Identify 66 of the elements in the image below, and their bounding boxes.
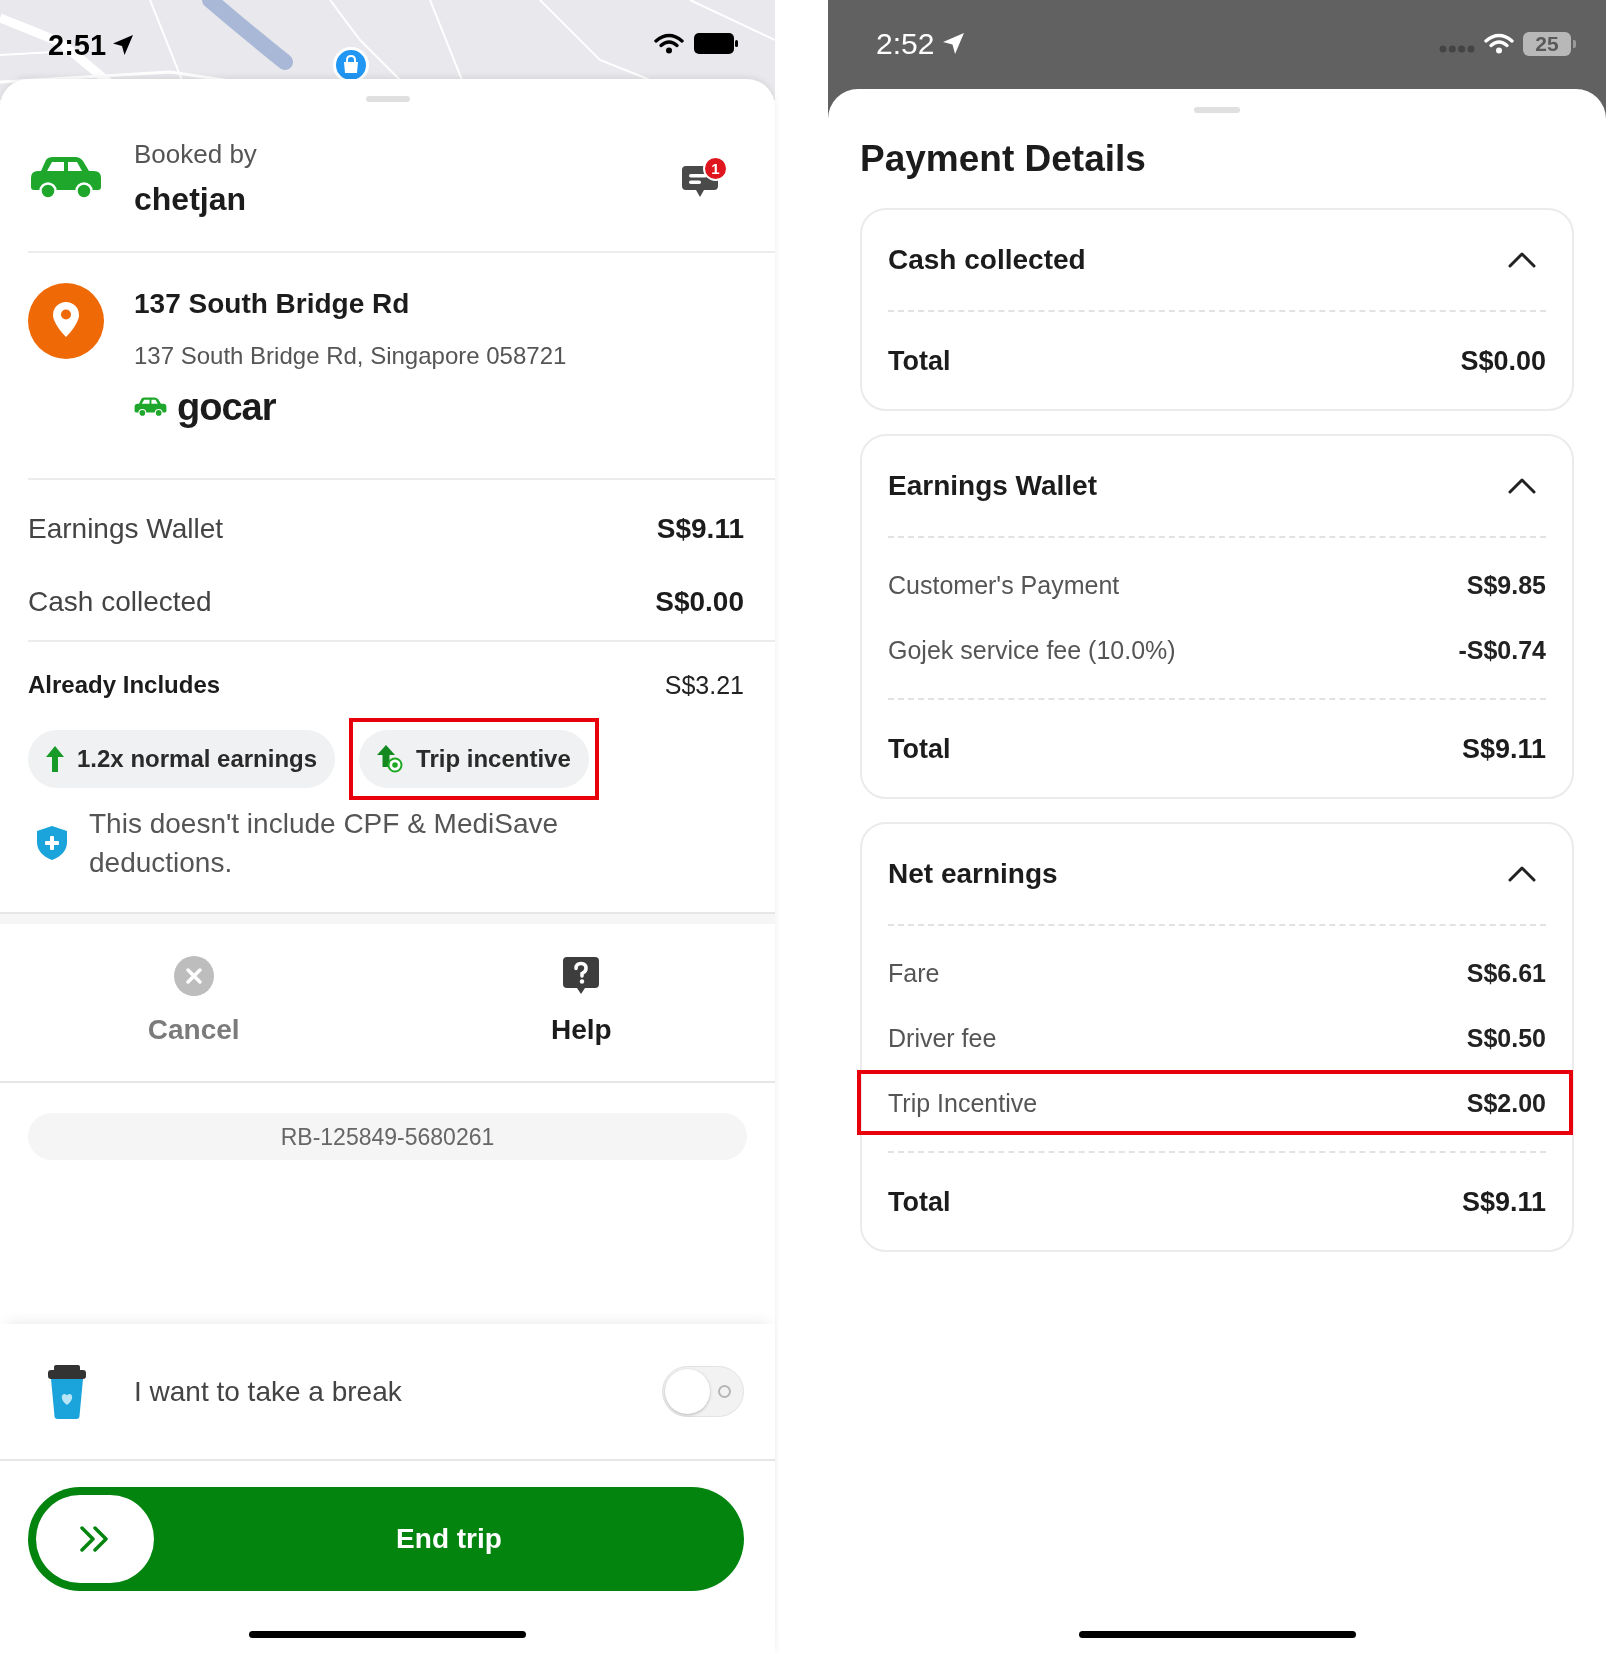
booking-id: RB-125849-5680261	[28, 1113, 747, 1160]
wifi-icon	[654, 33, 684, 54]
location-pin-icon	[28, 283, 104, 359]
section-title: Cash collected	[888, 243, 1086, 277]
close-icon	[173, 956, 214, 996]
status-time: 2:52	[876, 26, 935, 61]
slide-handle[interactable]	[36, 1495, 154, 1583]
chevron-up-icon	[1508, 252, 1536, 268]
destination-address: 137 South Bridge Rd, Singapore 058721	[134, 341, 567, 371]
signal-icon	[1439, 44, 1475, 53]
car-icon	[134, 397, 167, 417]
battery-icon	[694, 33, 738, 54]
row-label: Gojek service fee (10.0%)	[888, 634, 1176, 665]
row-value: S$2.00	[1466, 1087, 1546, 1118]
coffee-cup-icon	[46, 1364, 88, 1419]
total-value: S$9.11	[1461, 1185, 1546, 1218]
break-label: I want to take a break	[134, 1374, 403, 1409]
row-label: Customer's Payment	[888, 569, 1120, 600]
drag-handle[interactable]	[1194, 107, 1240, 113]
row-label: Trip Incentive	[888, 1087, 1038, 1118]
drag-handle[interactable]	[365, 96, 410, 102]
includes-label: Already Includes	[28, 670, 221, 700]
arrow-up-coin-icon	[377, 745, 404, 773]
destination-name: 137 South Bridge Rd	[134, 287, 411, 321]
row-value: S$6.61	[1466, 957, 1546, 988]
row-value: S$9.85	[1466, 569, 1546, 600]
customer-name: chetjan	[134, 179, 248, 219]
earnings-value: S$0.00	[655, 584, 744, 619]
total-label: Total	[888, 732, 951, 765]
row-label: Driver fee	[888, 1022, 997, 1053]
section-title: Net earnings	[888, 857, 1058, 891]
total-label: Total	[888, 1185, 951, 1218]
shield-plus-icon	[35, 825, 69, 861]
help-button[interactable]: Help	[550, 956, 612, 1047]
location-arrow-icon	[112, 34, 135, 56]
end-trip-button[interactable]: End trip	[28, 1487, 744, 1591]
page-title: Payment Details	[860, 137, 1147, 181]
tag-label: 1.2x normal earnings	[77, 744, 318, 774]
section-title: Earnings Wallet	[888, 469, 1097, 503]
chevrons-right-icon	[79, 1526, 111, 1552]
chevron-up-icon	[1508, 866, 1536, 882]
car-icon	[30, 155, 102, 200]
chevron-up-icon	[1508, 478, 1536, 494]
total-value: S$0.00	[1460, 344, 1546, 377]
total-label: Total	[888, 344, 951, 377]
chat-button[interactable]: 1	[680, 155, 728, 200]
row-value: -S$0.74	[1458, 634, 1546, 665]
battery-indicator: 25	[1523, 31, 1576, 56]
row-label: Fare	[888, 957, 940, 988]
total-value: S$9.11	[1461, 732, 1546, 765]
earnings-label: Earnings Wallet	[28, 511, 224, 546]
status-time: 2:51	[48, 28, 107, 62]
deductions-notice: This doesn't include CPF & MediSave deductions.	[89, 807, 560, 880]
tag-label: Trip incentive	[416, 744, 571, 774]
booked-by-label: Booked by	[134, 137, 258, 171]
location-arrow-icon	[942, 32, 966, 55]
arrow-up-icon	[46, 746, 64, 772]
break-toggle[interactable]	[662, 1366, 744, 1417]
notification-badge: 1	[703, 155, 728, 181]
wifi-icon	[1484, 33, 1514, 54]
service-name: gocar	[177, 385, 276, 429]
earnings-value: S$9.11	[656, 511, 744, 546]
earnings-label: Cash collected	[28, 584, 212, 619]
help-icon	[561, 956, 602, 996]
row-value: S$0.50	[1466, 1022, 1546, 1053]
includes-value: S$3.21	[664, 670, 744, 700]
